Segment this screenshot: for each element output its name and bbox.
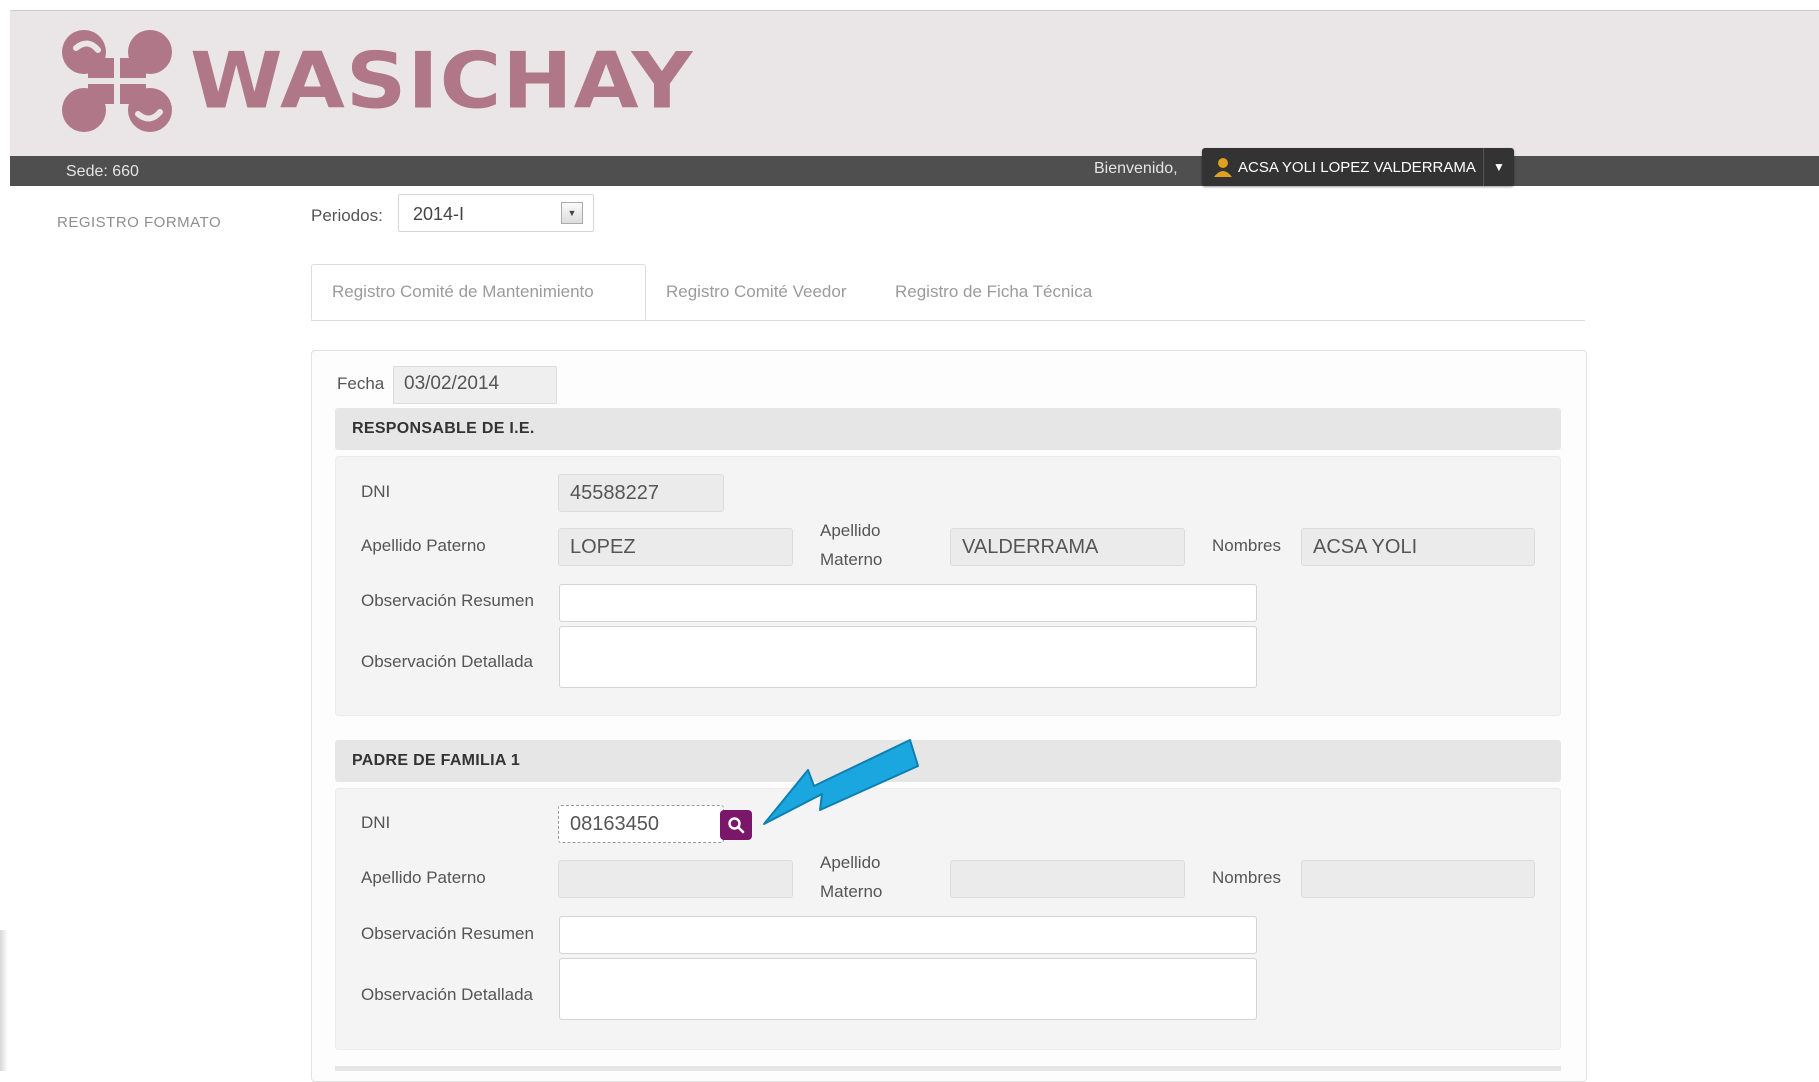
apellido-materno-label-line1: Apellido xyxy=(820,521,881,540)
nombres-input[interactable] xyxy=(1301,860,1535,898)
apellido-paterno-input[interactable]: LOPEZ xyxy=(558,528,793,566)
next-section-edge xyxy=(335,1066,1561,1071)
periodos-label: Periodos: xyxy=(311,206,383,225)
tab-comite-mantenimiento[interactable]: Registro Comité de Mantenimiento xyxy=(311,264,646,320)
apellido-materno-input[interactable] xyxy=(950,860,1185,898)
fecha-input[interactable]: 03/02/2014 xyxy=(393,366,557,404)
top-bar: Sede: 660 Bienvenido, ACSA YOLI LOPEZ VA… xyxy=(10,148,1819,186)
section-title-padre-familia-1: PADRE DE FAMILIA 1 xyxy=(335,740,1561,782)
apellido-paterno-input[interactable] xyxy=(558,860,793,898)
caret-down-icon[interactable]: ▼ xyxy=(1483,148,1514,186)
apellido-materno-input[interactable]: VALDERRAMA xyxy=(950,528,1185,566)
dni-input[interactable]: 08163450 xyxy=(558,805,724,843)
dni-label: DNI xyxy=(361,482,391,501)
nombres-label: Nombres xyxy=(1212,868,1281,887)
observacion-resumen-label: Observación Resumen xyxy=(361,591,534,610)
user-menu-button[interactable]: ACSA YOLI LOPEZ VALDERRAMA ▼ xyxy=(1202,148,1514,186)
observacion-detallada-input[interactable] xyxy=(559,958,1257,1020)
nav-registro-formato[interactable]: REGISTRO FORMATO xyxy=(57,214,221,231)
arrow-left-down-icon xyxy=(763,739,919,825)
apellido-materno-label-line2: Materno xyxy=(820,550,883,569)
observacion-resumen-label: Observación Resumen xyxy=(361,924,534,943)
apellido-materno-label: Apellido Materno xyxy=(820,848,882,906)
logo-icon xyxy=(62,30,172,132)
left-edge-shadow xyxy=(0,930,8,1071)
sede-label: Sede: 660 xyxy=(66,163,139,180)
fecha-label: Fecha xyxy=(337,374,385,393)
user-icon xyxy=(1214,158,1232,177)
select-arrow-icon[interactable]: ▼ xyxy=(561,202,583,224)
search-button[interactable] xyxy=(720,810,752,840)
logo: WASICHAY xyxy=(58,28,693,134)
dni-label: DNI xyxy=(361,813,391,832)
apellido-paterno-label: Apellido Paterno xyxy=(361,868,486,887)
periodos-selected-value: 2014-I xyxy=(413,204,465,224)
logo-text: WASICHAY xyxy=(190,35,694,127)
tab-ficha-tecnica[interactable]: Registro de Ficha Técnica xyxy=(875,264,1112,320)
apellido-paterno-label: Apellido Paterno xyxy=(361,536,486,555)
dni-input[interactable]: 45588227 xyxy=(558,474,724,512)
apellido-materno-label-line1: Apellido xyxy=(820,853,881,872)
apellido-materno-label: Apellido Materno xyxy=(820,516,882,574)
tab-comite-veedor[interactable]: Registro Comité Veedor xyxy=(646,264,866,320)
periodos-select[interactable]: 2014-I ▼ xyxy=(398,194,594,232)
section-title-responsable: RESPONSABLE DE I.E. xyxy=(335,408,1561,450)
tab-bar: Registro Comité de Mantenimiento Registr… xyxy=(311,264,1585,321)
user-name: ACSA YOLI LOPEZ VALDERRAMA xyxy=(1238,158,1476,176)
observacion-detallada-label: Observación Detallada xyxy=(361,652,533,671)
observacion-detallada-input[interactable] xyxy=(559,626,1257,688)
observacion-resumen-input[interactable] xyxy=(559,916,1257,954)
welcome-label: Bienvenido, xyxy=(1094,160,1178,177)
nombres-input[interactable]: ACSA YOLI xyxy=(1301,528,1535,566)
nombres-label: Nombres xyxy=(1212,536,1281,555)
observacion-resumen-input[interactable] xyxy=(559,584,1257,622)
observacion-detallada-label: Observación Detallada xyxy=(361,985,533,1004)
apellido-materno-label-line2: Materno xyxy=(820,882,883,901)
search-icon xyxy=(728,817,745,834)
